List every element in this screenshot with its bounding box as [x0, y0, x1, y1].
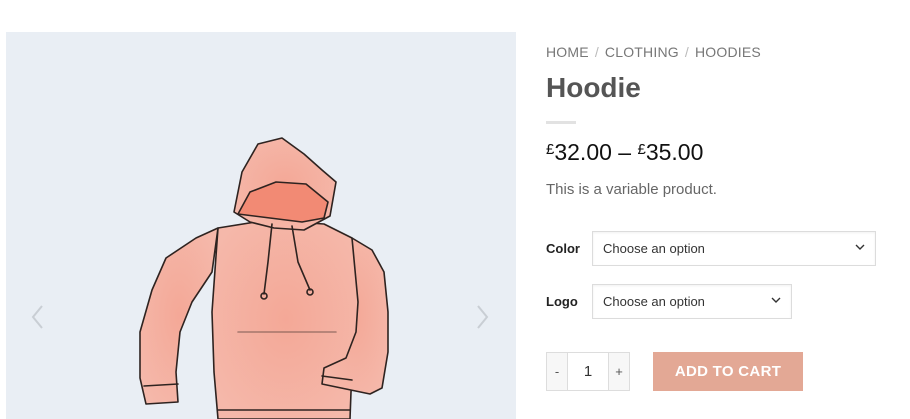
- breadcrumb: HOME / CLOTHING / HOODIES: [546, 44, 761, 60]
- quantity-plus-button[interactable]: +: [608, 352, 630, 391]
- product-price: £32.00 – £35.00: [546, 139, 703, 166]
- chevron-left-icon: [31, 305, 43, 329]
- price-max: 35.00: [645, 139, 704, 165]
- breadcrumb-separator: /: [684, 44, 689, 60]
- color-select[interactable]: Choose an option: [592, 231, 876, 266]
- breadcrumb-clothing[interactable]: CLOTHING: [605, 44, 679, 60]
- logo-select-value: Choose an option: [603, 294, 705, 309]
- logo-select[interactable]: Choose an option: [592, 284, 792, 319]
- title-divider: [546, 121, 576, 124]
- hoodie-image: [139, 137, 389, 419]
- quantity-input[interactable]: 1: [568, 352, 608, 391]
- currency-symbol: £: [637, 141, 646, 158]
- chevron-down-icon: [855, 244, 865, 250]
- color-select-value: Choose an option: [603, 241, 705, 256]
- chevron-right-icon: [477, 305, 489, 329]
- add-to-cart-button[interactable]: ADD TO CART: [653, 352, 803, 391]
- chevron-down-icon: [771, 297, 781, 303]
- price-min: 32.00: [554, 139, 612, 165]
- breadcrumb-separator: /: [594, 44, 599, 60]
- breadcrumb-home[interactable]: HOME: [546, 44, 589, 60]
- logo-label: Logo: [546, 294, 578, 309]
- color-label: Color: [546, 241, 580, 256]
- product-gallery[interactable]: [6, 32, 516, 419]
- product-description: This is a variable product.: [546, 181, 717, 198]
- gallery-next-button[interactable]: [472, 302, 492, 332]
- product-title: Hoodie: [546, 72, 641, 103]
- quantity-minus-button[interactable]: -: [546, 352, 568, 391]
- breadcrumb-hoodies[interactable]: HOODIES: [695, 44, 761, 60]
- price-dash: –: [618, 139, 632, 165]
- gallery-prev-button[interactable]: [28, 302, 48, 332]
- quantity-stepper: - 1 +: [546, 352, 630, 391]
